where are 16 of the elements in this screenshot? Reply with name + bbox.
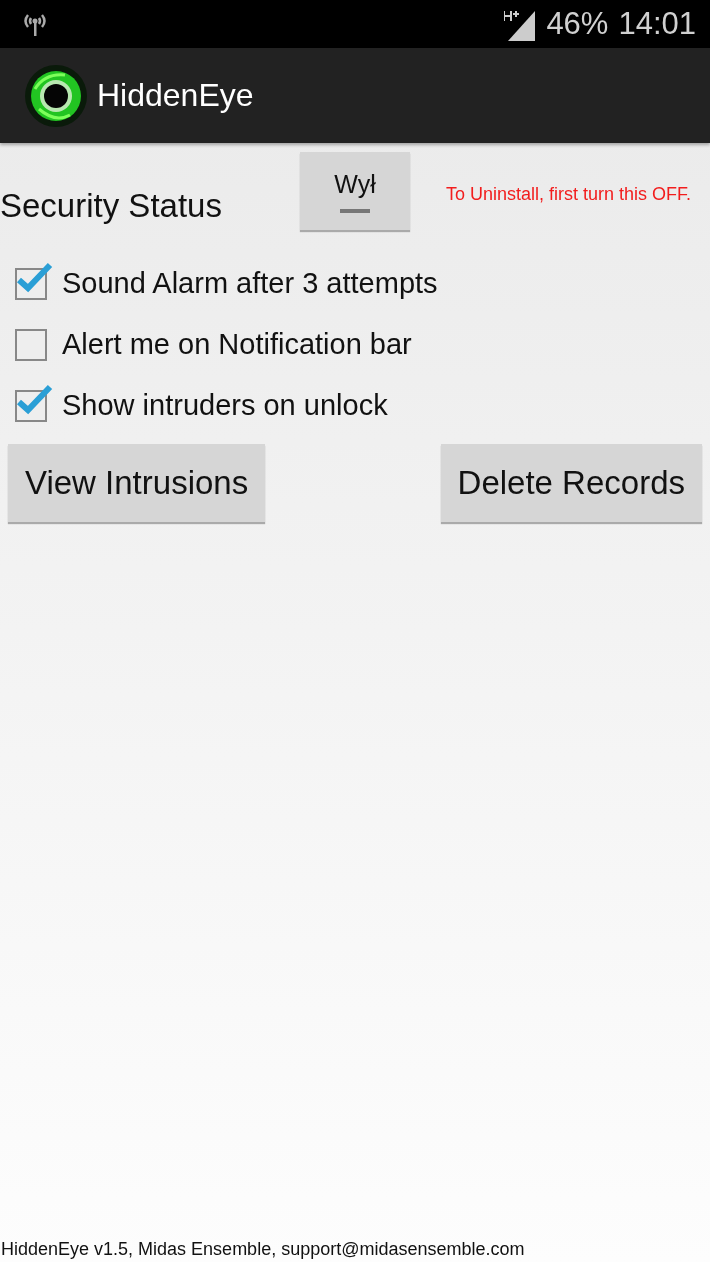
check-icon (15, 383, 53, 416)
option-label: Show intruders on unlock (62, 389, 388, 422)
app-title: HiddenEye (97, 77, 254, 114)
eye-icon (25, 64, 87, 127)
uninstall-note: To Uninstall, first turn this OFF. (446, 183, 693, 206)
option-label: Sound Alarm after 3 attempts (62, 267, 438, 300)
option-label: Alert me on Notification bar (62, 328, 412, 361)
security-status-label: Security Status (0, 187, 223, 225)
footer-text: HiddenEye v1.5, Midas Ensemble, support@midasensemble.com (0, 1239, 526, 1260)
clock: 14:01 (618, 6, 696, 42)
checkbox[interactable] (15, 328, 47, 361)
battery-percentage: 46% (546, 6, 609, 42)
check-icon (15, 261, 53, 294)
action-button[interactable]: View Intrusions (8, 444, 266, 522)
toggle-button[interactable]: Wył (300, 152, 410, 230)
action-button[interactable]: Delete Records (440, 444, 702, 522)
